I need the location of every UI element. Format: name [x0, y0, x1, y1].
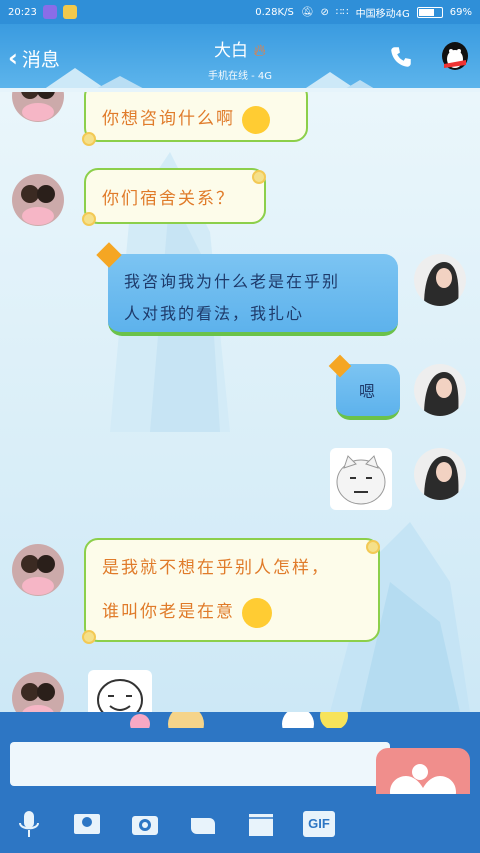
gif-icon: GIF	[303, 810, 335, 837]
app-notification-icon	[62, 5, 77, 19]
penguin-profile-icon[interactable]	[438, 38, 472, 72]
battery-icon	[416, 6, 443, 18]
flower-decor	[82, 132, 96, 146]
status-left: 20:23	[8, 5, 77, 19]
message-bubble-incoming[interactable]: 你想咨询什么啊	[84, 92, 308, 142]
message-text-line-wrap: 谁叫你老是在意	[102, 590, 362, 634]
contact-name-text: 大白	[214, 41, 249, 61]
microphone-icon	[19, 810, 39, 837]
flower-decor	[82, 630, 96, 644]
contact-avatar[interactable]	[12, 92, 64, 122]
flower-decor	[366, 540, 380, 554]
status-time: 20:23	[8, 6, 37, 18]
battery-text: 69%	[449, 6, 472, 18]
own-avatar[interactable]	[414, 254, 466, 306]
status-right: 0.28K/S 🔕︎ ⊘ ∷∷ 中国移动4G 69%	[255, 5, 472, 20]
flame-icon: 🔥︎	[253, 41, 266, 61]
carrier: 中国移动4G	[355, 8, 410, 20]
camera-icon	[132, 815, 158, 835]
own-avatar[interactable]	[414, 364, 466, 416]
mute-icon: 🔕︎	[300, 6, 314, 18]
battery-fill	[418, 8, 434, 16]
contact-avatar[interactable]	[12, 672, 64, 712]
message-text: 你们宿舍关系？	[102, 189, 235, 209]
laughing-emoji-icon	[242, 105, 271, 134]
message-text-line: 人对我的看法，我扎心	[124, 304, 305, 323]
chat-area[interactable]: 你想咨询什么啊 你们宿舍关系？ 我咨询我为什么老是在乎别 人对我的看法，我扎心 …	[0, 92, 480, 712]
message-text: 嗯	[358, 382, 377, 401]
status-bar: 20:23 0.28K/S 🔕︎ ⊘ ∷∷ 中国移动4G 69%	[0, 0, 480, 24]
message-bubble-outgoing[interactable]: 嗯	[336, 364, 400, 420]
hand-icon	[191, 817, 215, 834]
wifi-off-icon: ⊘	[320, 6, 329, 18]
voice-button[interactable]	[12, 807, 46, 841]
message-bubble-outgoing[interactable]: 我咨询我为什么老是在乎别 人对我的看法，我扎心	[108, 254, 398, 336]
folder-icon	[249, 813, 273, 836]
message-input[interactable]	[10, 742, 390, 786]
message-text-line: 是我就不想在乎别人怎样，	[102, 558, 330, 578]
message-text-line: 我咨询我为什么老是在乎别	[124, 272, 341, 291]
gif-label: GIF	[308, 816, 330, 831]
message-text-line: 谁叫你老是在意	[102, 602, 235, 622]
shy-emoji-icon	[242, 597, 273, 628]
camera-button[interactable]	[128, 807, 162, 841]
app-notification-icon	[42, 5, 57, 19]
input-toolbar: GIF	[0, 794, 480, 853]
message-bubble-incoming[interactable]: 你们宿舍关系？	[84, 168, 266, 224]
cat-face-sticker[interactable]	[330, 448, 392, 510]
file-button[interactable]	[244, 807, 278, 841]
message-text: 你想咨询什么啊	[102, 109, 235, 129]
image-icon	[74, 813, 100, 834]
network-speed: 0.28K/S	[255, 6, 294, 18]
contact-avatar[interactable]	[12, 544, 64, 596]
smile-face-sticker[interactable]	[88, 670, 152, 712]
photo-button[interactable]	[70, 807, 104, 841]
phone-call-icon[interactable]	[388, 44, 414, 70]
flower-decor	[82, 212, 96, 226]
signal-dots-icon: ∷∷	[335, 6, 349, 18]
message-bubble-incoming[interactable]: 是我就不想在乎别人怎样， 谁叫你老是在意	[84, 538, 380, 642]
contact-avatar[interactable]	[12, 174, 64, 226]
own-avatar[interactable]	[414, 448, 466, 500]
gif-button[interactable]: GIF	[302, 807, 336, 841]
red-packet-button[interactable]	[186, 807, 220, 841]
flower-decor	[252, 170, 266, 184]
chat-header: ‹ 消息 大白 🔥︎ 手机在线 - 4G	[0, 24, 480, 92]
